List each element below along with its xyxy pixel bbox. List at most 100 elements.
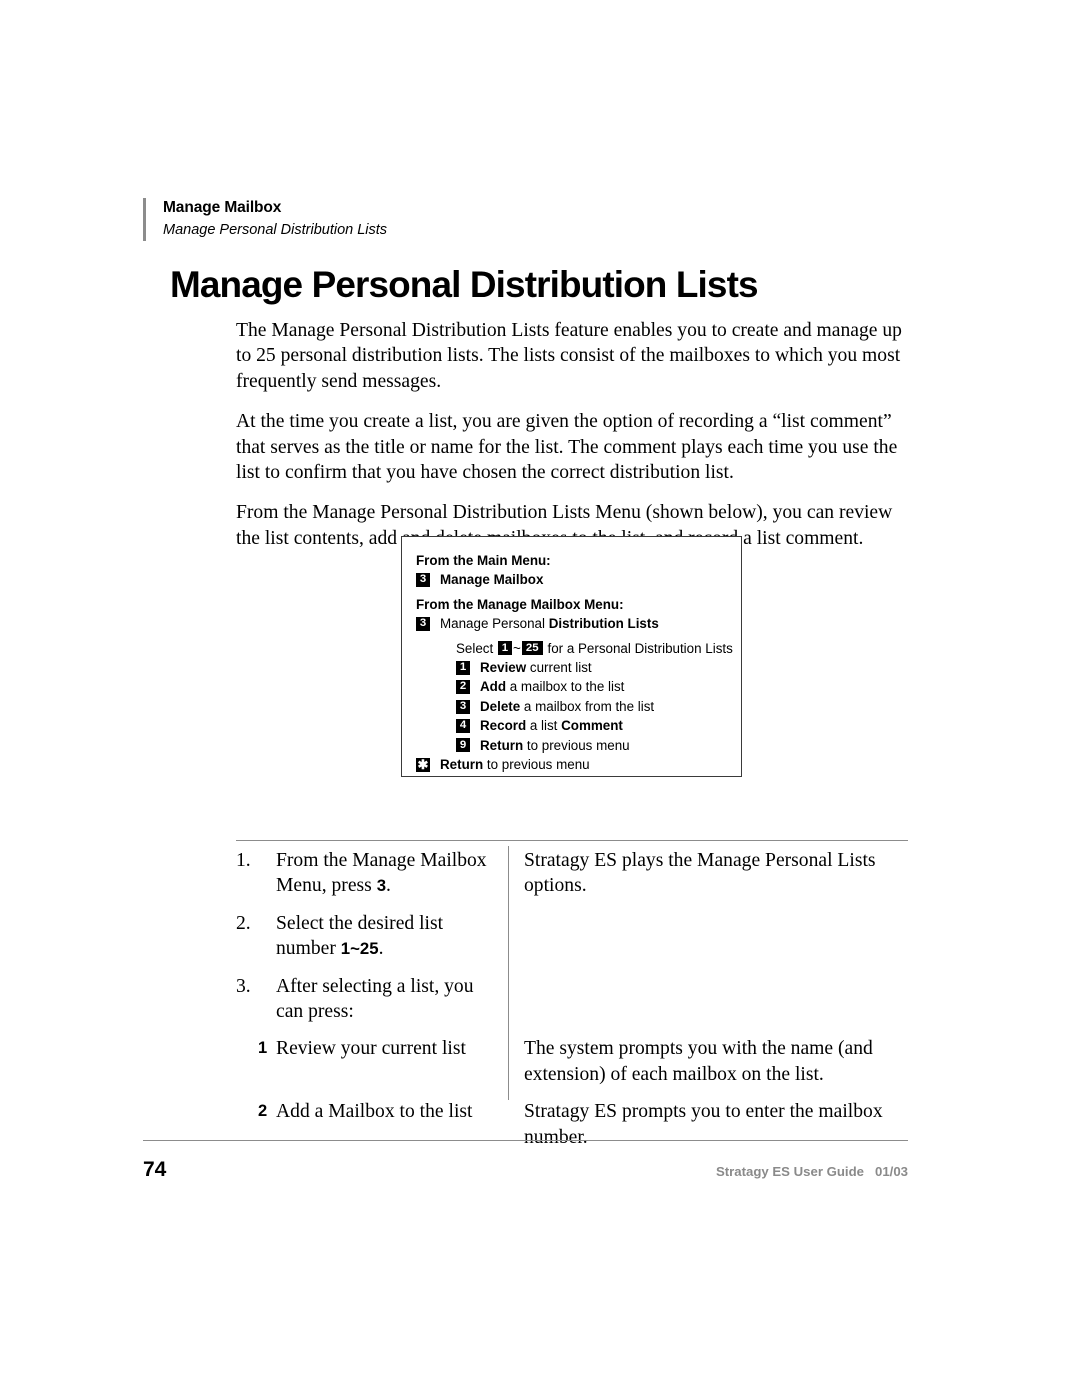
steps-table: 1. From the Manage Mailbox Menu, press 3…	[236, 848, 908, 1150]
menu-label-bold: Distribution Lists	[548, 616, 659, 632]
substep-1: 1 Review your current list	[236, 1036, 492, 1061]
table-row: 1 Review your current list The system pr…	[236, 1036, 908, 1087]
option-bold-text-2: Comment	[561, 718, 623, 734]
step-1-result: Stratagy ES plays the Manage Personal Li…	[524, 850, 876, 897]
step-1: 1. From the Manage Mailbox Menu, press 3…	[236, 848, 492, 899]
menu-option-record-comment: 4 Record a list Comment	[402, 716, 741, 735]
running-header: Manage Mailbox Manage Personal Distribut…	[143, 198, 843, 241]
key-1-icon: 1	[497, 641, 512, 656]
option-rest-text: a mailbox from the list	[520, 698, 655, 714]
key-1-icon: 1	[456, 660, 470, 675]
step-3: 3. After selecting a list, you can press…	[236, 974, 492, 1025]
key-3-icon: 3	[416, 573, 430, 588]
substep-2-text: Add a Mailbox to the list	[276, 1101, 473, 1123]
substep-action-cell: 1 Review your current list	[236, 1036, 508, 1087]
menu-option-delete-label: Delete a mailbox from the list	[480, 697, 654, 716]
table-row: 2. Select the desired list number 1~25.	[236, 911, 908, 962]
menu-item-manage-mailbox: 3 Manage Mailbox	[402, 570, 741, 589]
step-action-cell: 2. Select the desired list number 1~25.	[236, 911, 508, 962]
key-9-icon: 9	[456, 738, 470, 753]
document-page: Manage Mailbox Manage Personal Distribut…	[0, 0, 1080, 1397]
option-bold-text: Delete	[480, 698, 521, 714]
menu-item-distribution-lists-label: Manage Personal Distribution Lists	[440, 614, 659, 633]
menu-option-return-9-label: Return to previous menu	[480, 736, 630, 755]
option-rest-text: current list	[526, 660, 592, 676]
menu-option-record-comment-label: Record a list Comment	[480, 716, 623, 735]
key-asterisk-icon: ✱	[416, 756, 430, 772]
step-1-number: 1.	[236, 850, 251, 871]
step-1-text: From the Manage Mailbox Menu, press 3.	[276, 848, 492, 899]
substep-1-key: 1	[258, 1039, 268, 1058]
menu-heading-manage-mailbox: From the Manage Mailbox Menu:	[416, 596, 624, 612]
menu-option-add-label: Add a mailbox to the list	[480, 677, 624, 696]
step-3-number: 3.	[236, 975, 251, 997]
page-number: 74	[143, 1158, 167, 1181]
step-2: 2. Select the desired list number 1~25.	[236, 911, 492, 962]
option-bold-text: Return	[480, 737, 524, 753]
substep-1-text: Review your current list	[276, 1038, 466, 1060]
select-suffix: for a Personal Distribution Lists	[543, 640, 733, 656]
paragraph-1: The Manage Personal Distribution Lists f…	[236, 320, 902, 392]
menu-option-return-star: ✱ Return to previous menu	[402, 755, 741, 774]
menu-diagram-content: From the Main Menu: 3 Manage Mailbox Fro…	[402, 537, 741, 774]
substep-result-cell: The system prompts you with the name (an…	[508, 1036, 908, 1087]
key-3-icon: 3	[416, 616, 430, 631]
key-25-icon: 25	[521, 641, 543, 656]
step-text-post: .	[378, 938, 384, 960]
header-chapter-title: Manage Mailbox	[163, 199, 282, 216]
substep-2-result: Stratagy ES prompts you to enter the mai…	[524, 1101, 883, 1148]
table-row: 3. After selecting a list, you can press…	[236, 974, 908, 1025]
footer-guide-info: Stratagy ES User Guide 01/03	[716, 1163, 908, 1181]
substep-2: 2 Add a Mailbox to the list	[236, 1099, 492, 1124]
body-text: The Manage Personal Distribution Lists f…	[236, 318, 908, 551]
step-2-text: Select the desired list number 1~25.	[276, 911, 492, 962]
footer-rule	[143, 1140, 908, 1142]
step-result-cell: Stratagy ES plays the Manage Personal Li…	[508, 848, 908, 899]
steps-table-top-rule	[236, 840, 908, 842]
key-3-icon: 3	[456, 699, 470, 714]
menu-label-plain: Manage Personal	[440, 616, 549, 632]
step-result-cell	[508, 911, 908, 962]
step-key-range: 1~25	[340, 939, 379, 959]
step-key-3: 3	[376, 876, 387, 896]
substep-2-key: 2	[258, 1102, 268, 1121]
step-action-cell: 1. From the Manage Mailbox Menu, press 3…	[236, 848, 508, 899]
menu-diagram-box: From the Main Menu: 3 Manage Mailbox Fro…	[401, 536, 742, 777]
option-bold-text: Review	[480, 660, 527, 676]
footer-date: 01/03	[874, 1164, 908, 1179]
menu-heading-main: From the Main Menu:	[416, 553, 551, 568]
select-prefix: Select	[456, 640, 497, 656]
substep-1-result: The system prompts you with the name (an…	[524, 1038, 873, 1085]
substep-action-cell: 2 Add a Mailbox to the list	[236, 1099, 508, 1150]
step-text-post: .	[386, 875, 391, 897]
page-title: Manage Personal Distribution Lists	[170, 263, 759, 305]
table-row: 2 Add a Mailbox to the list Stratagy ES …	[236, 1099, 908, 1150]
step-3-text: After selecting a list, you can press:	[276, 975, 474, 1023]
menu-select-range-line: Select 1 ~ 25 for a Personal Distributio…	[402, 639, 741, 658]
menu-option-return-9: 9 Return to previous menu	[402, 736, 741, 755]
range-separator: ~	[512, 640, 521, 656]
option-bold-text: Return	[440, 757, 484, 773]
option-bold-text: Record	[480, 718, 527, 734]
menu-option-delete: 3 Delete a mailbox from the list	[402, 697, 741, 716]
step-result-cell	[508, 974, 908, 1025]
paragraph-2: At the time you create a list, you are g…	[236, 411, 898, 484]
menu-option-review: 1 Review current list	[402, 658, 741, 677]
table-row: 1. From the Manage Mailbox Menu, press 3…	[236, 848, 908, 899]
key-2-icon: 2	[456, 680, 470, 695]
option-bold-text: Add	[480, 679, 507, 695]
menu-item-manage-mailbox-label: Manage Mailbox	[440, 572, 544, 588]
option-rest-text: a mailbox to the list	[506, 679, 625, 695]
footer-guide-name: Stratagy ES User Guide	[715, 1164, 864, 1179]
key-4-icon: 4	[456, 718, 470, 733]
option-rest-text: to previous menu	[523, 737, 630, 753]
menu-option-review-label: Review current list	[480, 658, 592, 677]
menu-item-distribution-lists: 3 Manage Personal Distribution Lists	[402, 614, 741, 633]
step-2-number: 2.	[236, 912, 251, 934]
menu-option-add: 2 Add a mailbox to the list	[402, 677, 741, 696]
option-rest-text: a list	[526, 718, 562, 734]
step-action-cell: 3. After selecting a list, you can press…	[236, 974, 508, 1025]
substep-result-cell: Stratagy ES prompts you to enter the mai…	[508, 1099, 908, 1150]
header-section-title: Manage Personal Distribution Lists	[163, 222, 388, 238]
menu-option-return-star-label: Return to previous menu	[440, 755, 590, 774]
